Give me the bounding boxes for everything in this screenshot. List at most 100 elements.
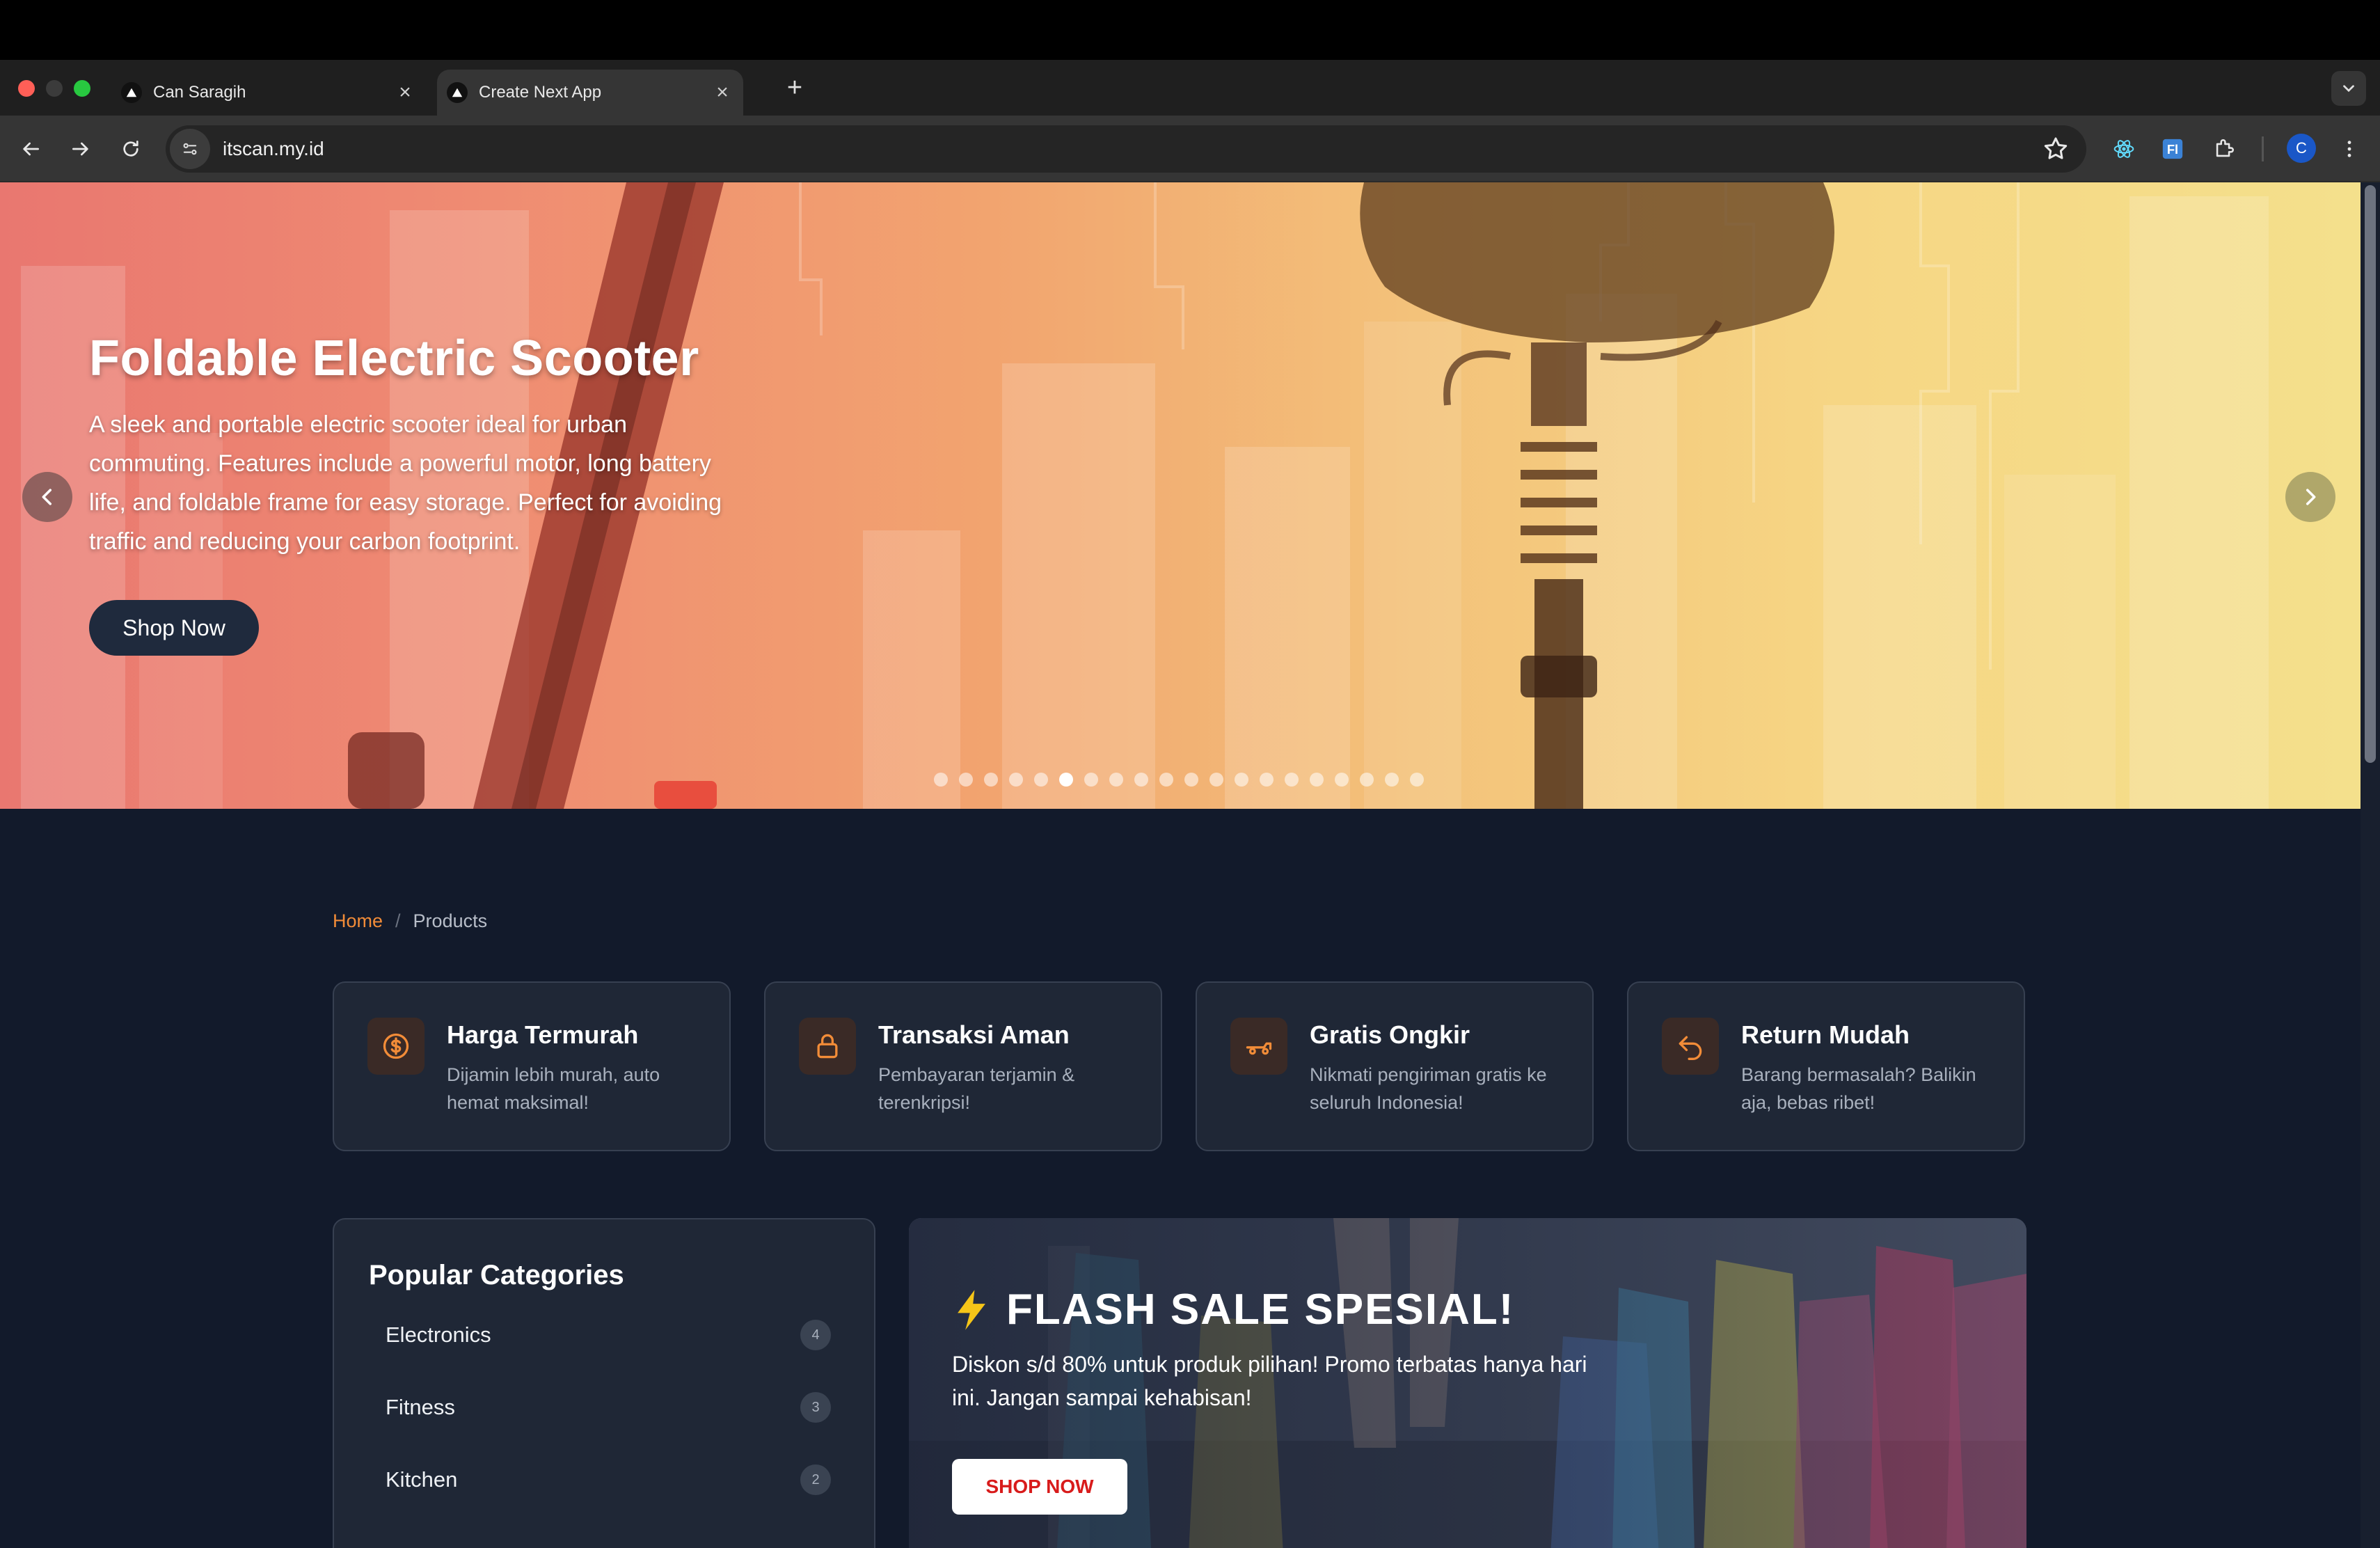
react-devtools-extension[interactable] [2107,132,2141,166]
categories-title: Popular Categories [369,1260,624,1290]
feature-card: Harga Termurah Dijamin lebih murah, auto… [333,981,731,1151]
shop-now-button[interactable]: Shop Now [89,600,259,656]
lightning-bolt-icon [958,1289,985,1330]
category-count-badge: 2 [800,1464,831,1495]
promo-title-text: FLASH SALE SPESIAL! [1006,1286,1515,1334]
close-tab-icon[interactable]: × [392,81,418,104]
carousel-next-button[interactable] [2285,472,2335,522]
react-icon [2113,140,2134,158]
close-window-button[interactable] [18,80,35,97]
tab-title: Create Next App [479,83,602,102]
carousel-dot[interactable] [1159,773,1173,787]
carousel-dot[interactable] [1385,773,1399,787]
vercel-triangle-icon [121,82,142,103]
carousel-dot[interactable] [1310,773,1324,787]
promo-shop-now-button[interactable]: SHOP NOW [952,1459,1127,1515]
carousel-dot[interactable] [1034,773,1048,787]
carousel-dot[interactable] [1134,773,1148,787]
feature-title: Transaksi Aman [878,1020,1070,1049]
font-extension[interactable]: Fl [2156,132,2189,166]
zoom-window-button[interactable] [74,80,90,97]
chevron-left-icon [42,489,52,505]
browser-tab-active[interactable]: Create Next App × [437,70,743,116]
carousel-dot[interactable] [1285,773,1299,787]
hero-carousel: Foldable Electric Scooter A sleek and po… [0,182,2361,809]
carousel-dot[interactable] [984,773,998,787]
hero-title: Foldable Electric Scooter [89,331,699,386]
arrow-right-icon [72,142,88,156]
return-icon [1662,1018,1719,1075]
feature-description: Dijamin lebih murah, auto hemat maksimal… [447,1064,660,1113]
popular-categories-panel: Popular Categories Electronics 4 Fitness… [333,1218,875,1548]
extensions-button[interactable] [2207,132,2241,166]
scrollbar-thumb[interactable] [2365,185,2376,763]
flash-sale-banner: FLASH SALE SPESIAL! Diskon s/d 80% untuk… [909,1218,2026,1548]
feature-card: Return Mudah Barang bermasalah? Balikin … [1627,981,2025,1151]
feature-card: Transaksi Aman Pembayaran terjamin & ter… [764,981,1162,1151]
reload-icon [123,141,138,157]
carousel-dot[interactable] [1360,773,1374,787]
category-item-electronics[interactable]: Electronics 4 [386,1314,831,1356]
address-bar[interactable]: itscan.my.id [166,125,2086,173]
category-item-kitchen[interactable]: Kitchen 2 [386,1459,831,1501]
page-viewport: Foldable Electric Scooter A sleek and po… [0,182,2380,1548]
chevron-down-icon [2343,85,2354,93]
breadcrumb: Home / Products [333,910,487,932]
carousel-prev-button[interactable] [22,472,72,522]
svg-text:Fl: Fl [2167,142,2178,157]
toolbar-divider [2262,136,2264,161]
carousel-dot[interactable] [1009,773,1023,787]
site-info-icon[interactable] [170,129,210,169]
carousel-dot[interactable] [1209,773,1223,787]
tab-title: Can Saragih [153,83,246,102]
feature-cards: Harga Termurah Dijamin lebih murah, auto… [333,981,2025,1151]
chevron-right-icon [2306,489,2316,505]
carousel-dot[interactable] [1235,773,1248,787]
carousel-dot[interactable] [1059,773,1073,787]
category-name: Electronics [386,1322,491,1347]
reload-button[interactable] [114,132,148,166]
profile-avatar[interactable]: C [2287,134,2316,163]
feature-description: Nikmati pengiriman gratis ke seluruh Ind… [1310,1064,1547,1113]
bookmark-star-icon[interactable] [2042,135,2070,163]
page-scrollbar[interactable] [2361,182,2380,1548]
promo-title: FLASH SALE SPESIAL! [952,1285,1514,1334]
minimize-window-button[interactable] [46,80,63,97]
dollar-icon [367,1018,425,1075]
category-count-badge: 3 [800,1392,831,1423]
breadcrumb-current: Products [413,910,488,931]
lock-icon [799,1018,856,1075]
carousel-dot[interactable] [1335,773,1349,787]
carousel-dot[interactable] [1184,773,1198,787]
browser-menu-button[interactable] [2333,132,2366,166]
carousel-dot[interactable] [1410,773,1424,787]
carousel-dot[interactable] [1084,773,1098,787]
tab-search-button[interactable] [2331,71,2366,106]
carousel-indicators [934,773,1435,787]
feature-description: Pembayaran terjamin & terenkripsi! [878,1064,1075,1113]
carousel-dot[interactable] [1260,773,1274,787]
truck-icon [1230,1018,1287,1075]
category-item-fitness[interactable]: Fitness 3 [386,1387,831,1428]
new-tab-button[interactable]: + [779,72,810,103]
breadcrumb-separator: / [395,910,401,931]
forward-button[interactable] [64,132,97,166]
breadcrumb-home-link[interactable]: Home [333,910,383,932]
browser-tab[interactable]: Can Saragih × [111,70,418,116]
close-tab-icon[interactable]: × [710,81,735,104]
kebab-menu-icon [2347,141,2351,157]
puzzle-icon [2216,139,2234,157]
vercel-triangle-icon [447,82,468,103]
category-count-badge: 4 [800,1320,831,1350]
carousel-dot[interactable] [934,773,948,787]
category-name: Fitness [386,1395,455,1419]
feature-title: Return Mudah [1741,1020,1910,1049]
category-name: Kitchen [386,1467,458,1492]
carousel-dot[interactable] [1109,773,1123,787]
macos-menubar [0,0,2380,60]
promo-description: Diskon s/d 80% untuk produk pilihan! Pro… [952,1352,1587,1410]
feature-title: Gratis Ongkir [1310,1020,1470,1049]
carousel-dot[interactable] [959,773,973,787]
back-button[interactable] [14,132,47,166]
feature-card: Gratis Ongkir Nikmati pengiriman gratis … [1196,981,1594,1151]
